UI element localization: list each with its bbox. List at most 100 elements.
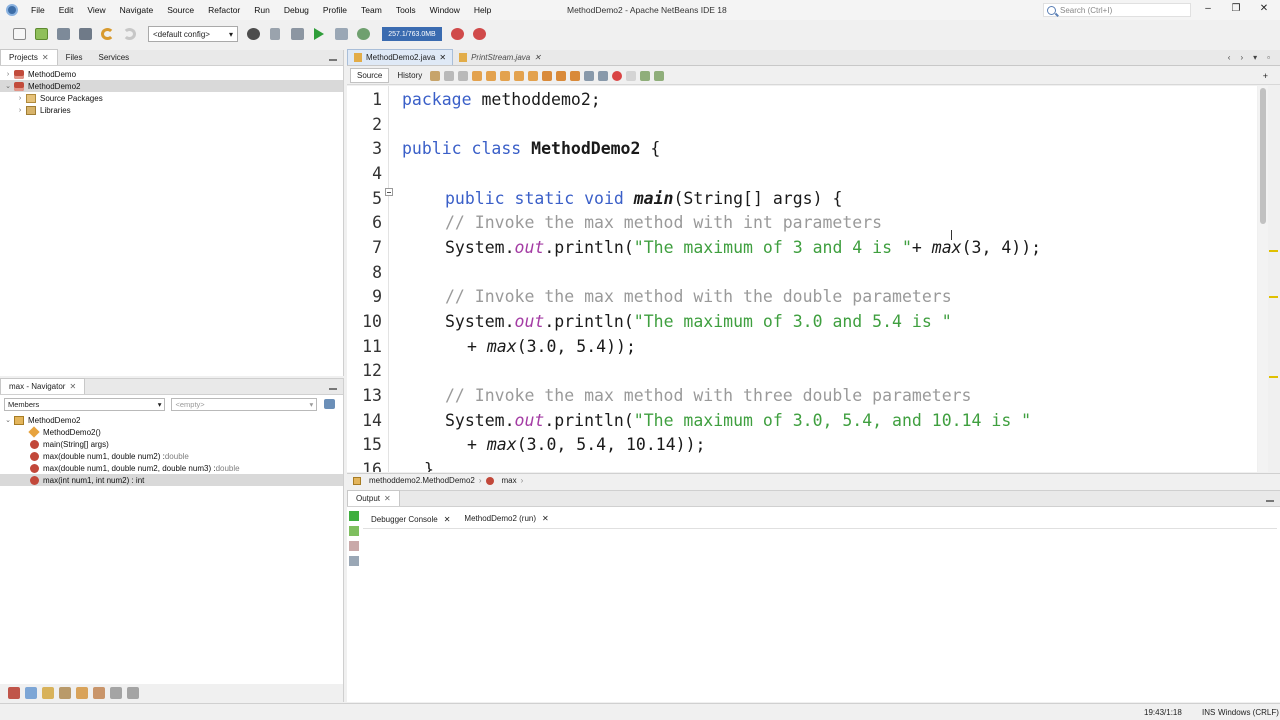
gc-button[interactable] xyxy=(448,25,466,43)
fields-filter-icon[interactable] xyxy=(25,687,37,699)
tab-projects[interactable]: Projects ✕ xyxy=(0,49,58,65)
tab-printstream-java[interactable]: PrintStream.java ✕ xyxy=(453,50,547,65)
tab-methoddemo2-java[interactable]: MethodDemo2.java ✕ xyxy=(347,49,454,65)
warning-marker[interactable] xyxy=(1269,250,1278,252)
fold-toggle-icon[interactable] xyxy=(385,188,393,196)
tab-files[interactable]: Files xyxy=(58,50,91,65)
menu-help[interactable]: Help xyxy=(467,5,498,15)
expand-icon[interactable]: › xyxy=(16,94,24,102)
uncomment-icon[interactable] xyxy=(654,70,665,81)
memory-indicator[interactable]: 257.1/763.0MB xyxy=(382,27,442,41)
pause-io-button[interactable] xyxy=(470,25,488,43)
config-select[interactable]: <default config> ▾ xyxy=(148,26,238,42)
toggle-highlight-icon[interactable] xyxy=(514,70,525,81)
source-mode-button[interactable]: Source xyxy=(350,68,390,83)
output-console[interactable] xyxy=(363,528,1277,700)
tree-item-methoddemo[interactable]: › MethodDemo xyxy=(0,68,343,80)
menu-tools[interactable]: Tools xyxy=(389,5,423,15)
build-button[interactable] xyxy=(266,25,284,43)
tree-item-source-packages[interactable]: › Source Packages xyxy=(0,92,343,104)
minimize-panel-icon[interactable] xyxy=(329,388,337,390)
next-bookmark-icon[interactable] xyxy=(556,70,567,81)
tab-run-output[interactable]: MethodDemo2 (run) ✕ xyxy=(458,511,555,527)
minimize-panel-icon[interactable] xyxy=(1266,500,1274,502)
menu-debug[interactable]: Debug xyxy=(277,5,316,15)
history-mode-button[interactable]: History xyxy=(391,69,428,82)
find-selection-icon[interactable] xyxy=(500,70,511,81)
shift-right-icon[interactable] xyxy=(598,70,609,81)
find-previous-icon[interactable] xyxy=(472,70,483,81)
maximize-button[interactable]: ❐ xyxy=(1226,3,1246,14)
fqn-filter-icon[interactable] xyxy=(93,687,105,699)
search-box[interactable]: Search (Ctrl+I) xyxy=(1043,3,1191,17)
navigator-member-row[interactable]: main(String[] args) xyxy=(0,438,343,450)
tree-item-libraries[interactable]: › Libraries xyxy=(0,104,343,116)
close-icon[interactable]: ✕ xyxy=(534,53,541,62)
menu-file[interactable]: File xyxy=(24,5,52,15)
expand-icon[interactable]: › xyxy=(4,70,12,78)
collapse-icon[interactable]: ⌄ xyxy=(4,82,12,90)
inherited-filter-icon[interactable] xyxy=(76,687,88,699)
back-icon[interactable] xyxy=(444,70,455,81)
last-edit-icon[interactable] xyxy=(430,70,441,81)
empty-select[interactable]: <empty> ▾ xyxy=(171,398,318,411)
tab-list-icon[interactable]: ▾ xyxy=(1253,53,1257,62)
sort-position-icon[interactable] xyxy=(127,687,139,699)
line-endings[interactable]: Windows (CRLF) xyxy=(1218,708,1279,717)
sort-alpha-icon[interactable] xyxy=(110,687,122,699)
expand-icon[interactable]: › xyxy=(16,106,24,114)
stop-macro-icon[interactable] xyxy=(626,70,637,81)
tab-debugger-console[interactable]: Debugger Console ✕ xyxy=(365,511,456,527)
maximize-editor-icon[interactable]: ▫ xyxy=(1267,53,1270,62)
code-editor[interactable]: 1 2 3 4 5 6 7 8 9 10 11 12 13 14 15 16 p… xyxy=(347,86,1257,472)
scroll-right-icon[interactable]: › xyxy=(1240,53,1243,62)
error-stripe[interactable] xyxy=(1268,86,1280,472)
tab-services[interactable]: Services xyxy=(91,50,138,65)
minimize-panel-icon[interactable] xyxy=(329,59,337,61)
toggle-bookmark-icon[interactable] xyxy=(570,70,581,81)
warning-marker[interactable] xyxy=(1269,296,1278,298)
save-all-button[interactable] xyxy=(76,25,94,43)
navigator-member-row[interactable]: max(double num1, double num2) : double xyxy=(0,450,343,462)
menu-window[interactable]: Window xyxy=(423,5,467,15)
close-icon[interactable]: ✕ xyxy=(42,53,49,62)
sort-icon[interactable] xyxy=(8,687,20,699)
menu-run[interactable]: Run xyxy=(247,5,277,15)
minimize-button[interactable]: – xyxy=(1198,3,1218,14)
open-project-button[interactable] xyxy=(54,25,72,43)
navigator-class-row[interactable]: ⌄ MethodDemo2 xyxy=(0,414,343,426)
menu-navigate[interactable]: Navigate xyxy=(113,5,161,15)
debug-button[interactable] xyxy=(332,25,350,43)
close-icon[interactable]: ✕ xyxy=(444,515,451,524)
scroll-left-icon[interactable]: ‹ xyxy=(1228,53,1231,62)
tab-navigator[interactable]: max - Navigator ✕ xyxy=(0,378,86,394)
rerun-icon[interactable] xyxy=(349,511,359,521)
menu-team[interactable]: Team xyxy=(354,5,389,15)
split-editor-icon[interactable]: + xyxy=(1263,71,1268,81)
find-next-icon[interactable] xyxy=(486,70,497,81)
menu-view[interactable]: View xyxy=(80,5,112,15)
rerun-params-icon[interactable] xyxy=(349,526,359,536)
breadcrumb-item[interactable]: methoddemo2.MethodDemo2 xyxy=(369,476,475,485)
menu-refactor[interactable]: Refactor xyxy=(201,5,247,15)
warning-marker[interactable] xyxy=(1269,376,1278,378)
close-button[interactable]: ✕ xyxy=(1254,3,1274,14)
scrollbar-thumb[interactable] xyxy=(1260,88,1266,224)
menu-source[interactable]: Source xyxy=(160,5,201,15)
static-filter-icon[interactable] xyxy=(42,687,54,699)
start-macro-icon[interactable] xyxy=(612,70,623,81)
close-icon[interactable]: ✕ xyxy=(384,494,391,503)
settings-icon[interactable] xyxy=(349,556,359,566)
tree-item-methoddemo2[interactable]: ⌄ MethodDemo2 xyxy=(0,80,343,92)
toggle-rect-select-icon[interactable] xyxy=(528,70,539,81)
close-icon[interactable]: ✕ xyxy=(439,53,446,62)
editor-scrollbar[interactable] xyxy=(1258,86,1268,472)
navigator-member-row[interactable]: MethodDemo2() xyxy=(0,426,343,438)
new-file-button[interactable] xyxy=(10,25,28,43)
breadcrumb-item[interactable]: max xyxy=(502,476,517,485)
filter-button[interactable] xyxy=(323,398,335,410)
globe-button[interactable] xyxy=(244,25,262,43)
collapse-icon[interactable]: ⌄ xyxy=(4,416,12,424)
profile-button[interactable] xyxy=(354,25,372,43)
non-public-filter-icon[interactable] xyxy=(59,687,71,699)
